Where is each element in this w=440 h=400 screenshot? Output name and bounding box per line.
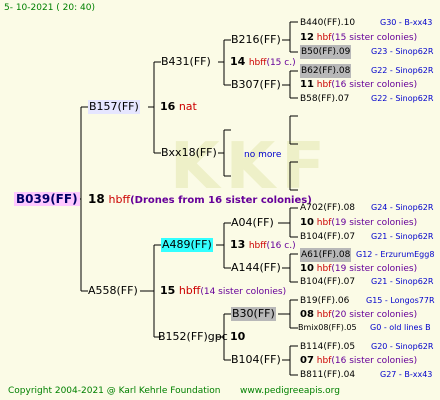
b104-note: (16 sister colonies) bbox=[331, 356, 418, 366]
queen-id[interactable]: B039(FF) bbox=[14, 192, 80, 206]
sire-number: 16 bbox=[160, 100, 176, 113]
gen1-mating: 18 hbff(Drones from 16 sister colonies) bbox=[88, 192, 312, 208]
a04-number: 10 bbox=[300, 217, 314, 228]
gen1-number: 18 bbox=[88, 192, 105, 206]
b216-tag: hbf bbox=[316, 33, 332, 43]
b30-id[interactable]: B30(FF) bbox=[231, 307, 276, 321]
sire-tag: nat bbox=[178, 100, 197, 113]
gen4-id-10[interactable]: B114(FF).05 bbox=[300, 340, 355, 354]
connector-b104 bbox=[282, 345, 298, 376]
connector-bxx18 bbox=[218, 129, 231, 177]
connector-gen2-bottom bbox=[140, 244, 161, 338]
gen4-id-2[interactable]: B62(FF).08 bbox=[300, 64, 352, 78]
b152-number: 10 bbox=[230, 330, 246, 343]
gen4-origin-9: G0 - old lines B bbox=[370, 323, 431, 332]
a489-mating: 13 hbff(16 c.) bbox=[230, 238, 296, 253]
gen1-tag: hbff bbox=[108, 193, 131, 206]
gen4-origin-6: G12 - ErzurumEgg8 bbox=[356, 250, 435, 259]
gen4-origin-0: G30 - B-xx43 bbox=[380, 18, 433, 27]
a04-id[interactable]: A04(FF) bbox=[231, 216, 274, 230]
b216-note: (15 sister colonies) bbox=[331, 33, 418, 43]
a144-tag: hbf bbox=[316, 264, 332, 274]
sire-mating: 16 nat bbox=[160, 100, 197, 114]
connector-empty-2 bbox=[289, 161, 298, 191]
connector-a04 bbox=[278, 207, 298, 238]
gen4-id-1[interactable]: B50(FF).09 bbox=[300, 45, 352, 59]
gen4-origin-2: G22 - Sinop62R bbox=[371, 66, 434, 75]
gen4-id-6[interactable]: A61(FF).08 bbox=[300, 248, 352, 262]
b30-note: (20 sister colonies) bbox=[331, 310, 418, 320]
bxx18-id[interactable]: Bxx18(FF) bbox=[161, 146, 217, 160]
b104-tag: hbf bbox=[316, 356, 332, 366]
gen4-id-5[interactable]: B104(FF).07 bbox=[300, 230, 355, 244]
a489-id[interactable]: A489(FF) bbox=[161, 238, 213, 252]
b307-id[interactable]: B307(FF) bbox=[231, 78, 281, 92]
a144-mating: 10 hbf(19 sister colonies) bbox=[300, 262, 417, 276]
connector-b30 bbox=[278, 299, 298, 329]
gen4-id-11[interactable]: B811(FF).04 bbox=[300, 368, 355, 382]
gen1-note: (Drones from 16 sister colonies) bbox=[130, 195, 312, 206]
gen4-id-9[interactable]: Bmix08(FF).05 bbox=[298, 321, 357, 335]
b30-mating: 08 hbf(20 sister colonies) bbox=[300, 308, 417, 322]
b431-note: (15 c.) bbox=[266, 58, 296, 68]
gen4-id-7[interactable]: B104(FF).07 bbox=[300, 275, 355, 289]
b307-tag: hbf bbox=[316, 80, 332, 90]
copyright-text: Copyright 2004-2021 @ Karl Kehrle Founda… bbox=[8, 386, 221, 396]
a04-mating: 10 hbf(19 sister colonies) bbox=[300, 216, 417, 230]
gen4-id-4[interactable]: A702(FF).08 bbox=[300, 201, 355, 215]
gen4-origin-7: G21 - Sinop62R bbox=[371, 277, 434, 286]
timestamp: 5- 10-2021 ( 20: 40) bbox=[4, 3, 95, 13]
dam-id[interactable]: A558(FF) bbox=[88, 284, 138, 298]
gen4-origin-3: G22 - Sinop62R bbox=[371, 94, 434, 103]
b30-tag: hbf bbox=[316, 310, 332, 320]
b152-id[interactable]: B152(FF)gpc bbox=[158, 330, 228, 344]
dam-mating: 15 hbff(14 sister colonies) bbox=[160, 284, 286, 299]
connector-b307 bbox=[282, 70, 298, 99]
a144-note: (19 sister colonies) bbox=[331, 264, 418, 274]
a04-tag: hbf bbox=[316, 218, 332, 228]
a489-note: (16 c.) bbox=[266, 241, 296, 251]
pedigree-chart: KKF 5- 10-2021 ( 20: 40) Copyright 2004-… bbox=[0, 0, 440, 400]
bxx18-no-more: no more bbox=[244, 150, 282, 160]
b216-mating: 12 hbf(15 sister colonies) bbox=[300, 31, 417, 45]
a144-id[interactable]: A144(FF) bbox=[231, 261, 281, 275]
gen4-origin-5: G21 - Sinop62R bbox=[371, 232, 434, 241]
connector-a144 bbox=[282, 253, 298, 283]
gen4-origin-4: G24 - Sinop62R bbox=[371, 203, 434, 212]
connector-b216 bbox=[282, 21, 298, 53]
b30-number: 08 bbox=[300, 309, 314, 320]
b431-number: 14 bbox=[230, 55, 246, 68]
b216-number: 12 bbox=[300, 32, 314, 43]
b104-number: 07 bbox=[300, 355, 314, 366]
sire-id[interactable]: B157(FF) bbox=[88, 100, 140, 114]
dam-tag: hbff bbox=[178, 284, 201, 297]
connector-a489 bbox=[216, 222, 231, 269]
gen4-id-8[interactable]: B19(FF).06 bbox=[300, 294, 349, 308]
gen4-origin-11: G27 - B-xx43 bbox=[380, 370, 433, 379]
a489-number: 13 bbox=[230, 238, 246, 251]
gen4-origin-10: G20 - Sinop62R bbox=[371, 342, 434, 351]
gen4-origin-8: G15 - Longos77R bbox=[366, 296, 435, 305]
a489-tag: hbff bbox=[248, 241, 267, 251]
b431-id[interactable]: B431(FF) bbox=[161, 55, 211, 69]
connector-empty-1 bbox=[289, 115, 298, 145]
b307-note: (16 sister colonies) bbox=[331, 80, 418, 90]
gen4-origin-1: G23 - Sinop62R bbox=[371, 47, 434, 56]
gen4-id-3[interactable]: B58(FF).07 bbox=[300, 92, 349, 106]
b104-mating: 07 hbf(16 sister colonies) bbox=[300, 354, 417, 368]
b431-tag: hbff bbox=[248, 58, 267, 68]
a144-number: 10 bbox=[300, 263, 314, 274]
b431-mating: 14 hbff(15 c.) bbox=[230, 55, 296, 70]
gen4-id-0[interactable]: B440(FF).10 bbox=[300, 16, 355, 30]
b307-number: 11 bbox=[300, 79, 314, 90]
b104-id[interactable]: B104(FF) bbox=[231, 353, 281, 367]
dam-number: 15 bbox=[160, 284, 176, 297]
b216-id[interactable]: B216(FF) bbox=[231, 33, 281, 47]
b307-mating: 11 hbf(16 sister colonies) bbox=[300, 78, 417, 92]
dam-note: (14 sister colonies) bbox=[200, 287, 287, 297]
website-link[interactable]: www.pedigreeapis.org bbox=[240, 384, 340, 398]
a04-note: (19 sister colonies) bbox=[331, 218, 418, 228]
